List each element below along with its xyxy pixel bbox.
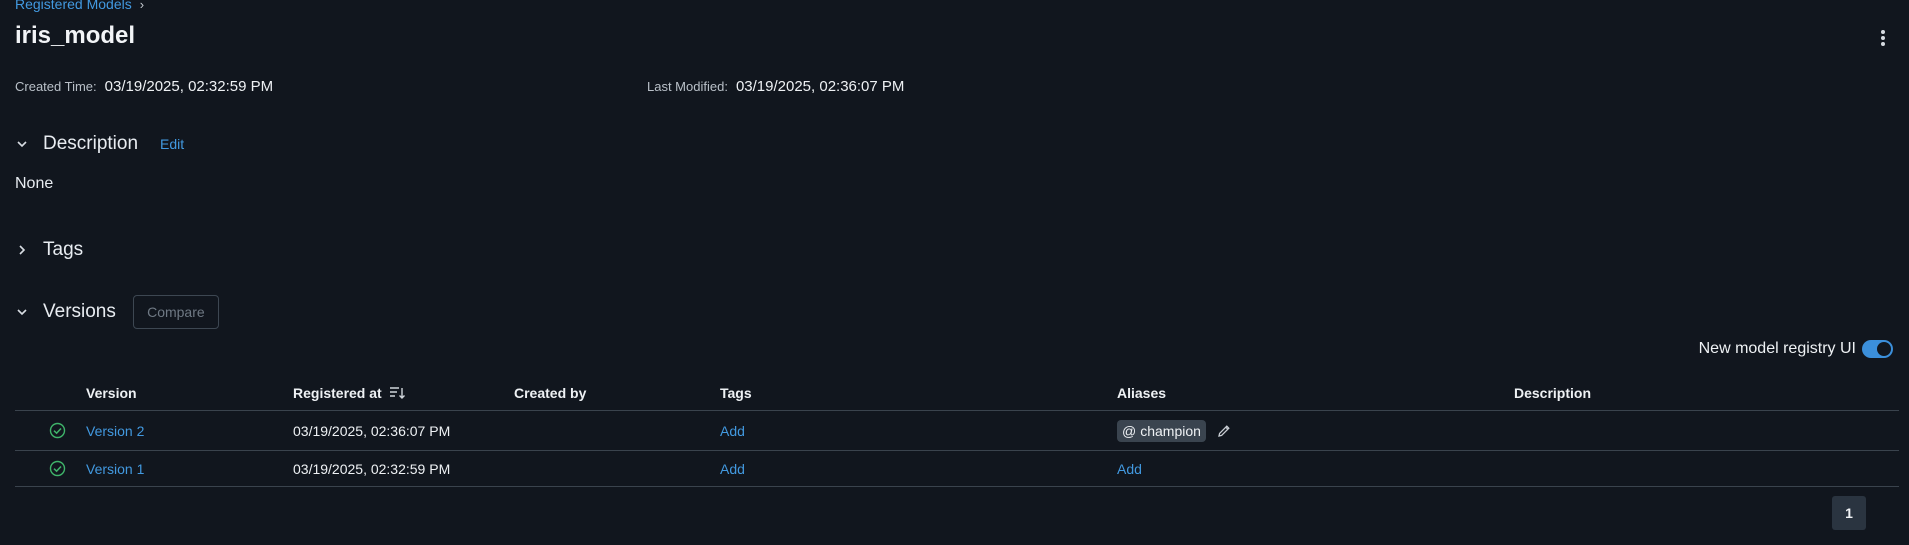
created-time-value: 03/19/2025, 02:32:59 PM [104,78,274,95]
column-header-created-by: Created by [514,384,587,401]
last-modified: Last Modified: 03/19/2025, 02:36:07 PM [647,78,904,95]
version-link[interactable]: Version 2 [86,411,144,450]
description-value: None [15,175,54,192]
alias-at-icon: @ [1122,422,1137,439]
new-registry-ui-label: New model registry UI [1698,340,1856,357]
alias-chip[interactable]: @ champion [1117,419,1206,442]
status-ready-icon [49,451,66,486]
sort-descending-icon[interactable] [389,385,406,400]
description-section-header: Description Edit [15,133,184,155]
chevron-right-icon: › [139,0,145,12]
status-ready-icon [49,411,66,450]
created-time-label: Created Time: [15,79,97,94]
table-row: Version 1 03/19/2025, 02:32:59 PM Add Ad… [15,451,1899,487]
add-tag-link[interactable]: Add [720,411,745,450]
column-header-version: Version [86,384,137,401]
breadcrumb: Registered Models › [15,0,144,12]
last-modified-value: 03/19/2025, 02:36:07 PM [735,78,905,95]
version-link[interactable]: Version 1 [86,451,144,486]
table-row: Version 2 03/19/2025, 02:36:07 PM Add @ … [15,411,1899,451]
column-header-registered-at[interactable]: Registered at [293,375,406,410]
registered-at-value: 03/19/2025, 02:32:59 PM [293,460,451,477]
versions-title[interactable]: Versions [43,301,116,323]
column-header-aliases: Aliases [1117,384,1167,401]
column-header-registered-at-label: Registered at [293,384,382,401]
chevron-down-icon[interactable] [15,305,43,319]
model-page: Registered Models › iris_model Created T… [0,0,1909,545]
breadcrumb-registered-models[interactable]: Registered Models [15,0,132,12]
compare-button[interactable]: Compare [132,295,219,329]
chevron-down-icon[interactable] [15,137,43,151]
new-registry-ui-toggle-row: New model registry UI [1699,340,1893,358]
column-header-tags: Tags [720,384,752,401]
table-header-row: Version Registered at Created by Tags Al… [15,375,1899,411]
aliases-cell: @ champion [1117,411,1232,450]
tags-section-header: Tags [15,239,83,261]
versions-section-header: Versions Compare [15,295,219,329]
add-alias-link[interactable]: Add [1117,451,1142,486]
alias-name: champion [1140,422,1201,439]
created-time: Created Time: 03/19/2025, 02:32:59 PM [15,78,273,95]
chevron-right-icon[interactable] [15,243,43,257]
column-header-description: Description [1514,384,1592,401]
tags-title[interactable]: Tags [43,239,83,261]
new-registry-ui-toggle[interactable] [1862,340,1893,358]
registered-at-value: 03/19/2025, 02:36:07 PM [293,422,451,439]
description-edit-link[interactable]: Edit [160,136,184,152]
pagination-page-button[interactable]: 1 [1832,496,1866,530]
edit-pencil-icon[interactable] [1216,423,1232,439]
more-options-icon[interactable] [1876,28,1890,48]
description-title[interactable]: Description [43,133,138,155]
versions-table: Version Registered at Created by Tags Al… [15,375,1899,487]
page-title: iris_model [15,22,136,49]
last-modified-label: Last Modified: [647,79,728,94]
add-tag-link[interactable]: Add [720,451,745,486]
